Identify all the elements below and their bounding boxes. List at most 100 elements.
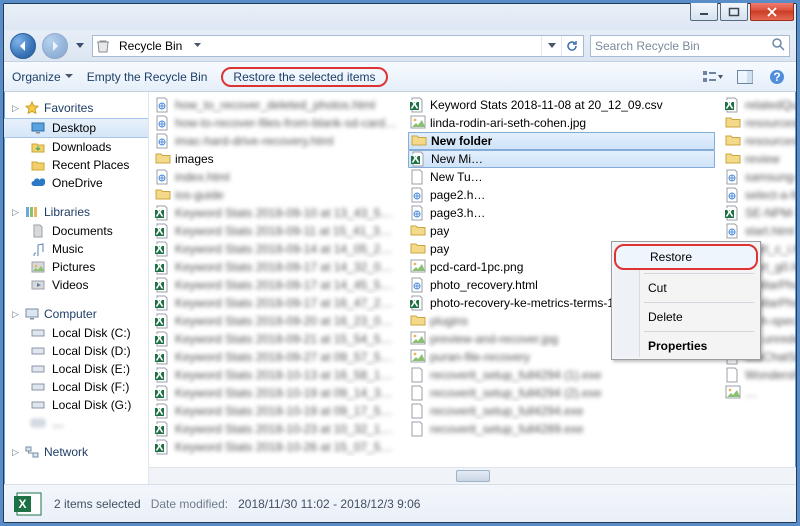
nav-drive-e[interactable]: Local Disk (E:): [4, 360, 148, 378]
file-item[interactable]: how_to_recover_deleted_photos.html: [153, 96, 400, 114]
nav-history-dropdown[interactable]: [74, 37, 86, 55]
file-icon: X: [155, 385, 171, 401]
nav-favorites[interactable]: ▷Favorites: [4, 98, 148, 118]
file-label: select-a-format: [745, 188, 796, 202]
file-item[interactable]: XKeyword Stats 2018-10-13 at 16_58_14.cs…: [153, 366, 400, 384]
file-item[interactable]: XKeyword Stats 2018-09-11 at 15_41_37.cs…: [153, 222, 400, 240]
file-item[interactable]: XKeyword Stats 2018-09-17 at 16_47_23.cs…: [153, 294, 400, 312]
file-item[interactable]: XKeyword Stats 2018-09-27 at 09_57_51.cs…: [153, 348, 400, 366]
file-list[interactable]: how_to_recover_deleted_photos.html how-to…: [149, 92, 796, 484]
file-icon: [155, 151, 171, 167]
file-item[interactable]: …: [723, 384, 796, 402]
nav-onedrive[interactable]: OneDrive: [4, 174, 148, 192]
file-item[interactable]: New folder: [408, 132, 715, 150]
nav-drive-f[interactable]: Local Disk (F:): [4, 378, 148, 396]
address-bar[interactable]: Recycle Bin: [92, 35, 584, 57]
context-cut[interactable]: Cut: [614, 277, 758, 299]
file-label: samsung-sd-ca: [745, 170, 796, 184]
nav-drive-g[interactable]: Local Disk (G:): [4, 396, 148, 414]
restore-selected-items[interactable]: Restore the selected items: [221, 67, 387, 87]
file-item[interactable]: XKeyword Stats 2018-10-19 at 09_14_37.cs…: [153, 384, 400, 402]
file-item[interactable]: recoverit_setup_full4289.exe: [408, 420, 715, 438]
nav-libraries[interactable]: ▷Libraries: [4, 202, 148, 222]
file-item[interactable]: index.html: [153, 168, 400, 186]
file-item[interactable]: linda-rodin-ari-seth-cohen.jpg: [408, 114, 715, 132]
file-item[interactable]: XKeyword Stats 2018-09-21 at 15_54_50.cs…: [153, 330, 400, 348]
nav-extra-item[interactable]: …: [4, 414, 148, 432]
maximize-button[interactable]: [720, 3, 748, 21]
file-item[interactable]: recoverit_setup_full4294 (1).exe: [408, 366, 715, 384]
organize-menu[interactable]: Organize: [12, 70, 73, 84]
file-item[interactable]: images: [153, 150, 400, 168]
file-item[interactable]: page2.h…: [408, 186, 715, 204]
nav-videos[interactable]: Videos: [4, 276, 148, 294]
file-label: images: [175, 152, 214, 166]
file-item[interactable]: how-to-recover-files-from-blank-sd-card.…: [153, 114, 400, 132]
nav-back-button[interactable]: [10, 33, 36, 59]
file-icon: [410, 205, 426, 221]
close-button[interactable]: [750, 3, 794, 21]
help-icon[interactable]: ?: [766, 68, 788, 86]
file-item[interactable]: XKeyword Stats 2018-11-08 at 20_12_09.cs…: [408, 96, 715, 114]
file-item[interactable]: imac-hard-drive-recovery.html: [153, 132, 400, 150]
file-item[interactable]: review: [723, 150, 796, 168]
file-item[interactable]: recoverit_setup_full4294 (2).exe: [408, 384, 715, 402]
nav-network[interactable]: ▷Network: [4, 442, 148, 462]
nav-drive-c[interactable]: Local Disk (C:): [4, 324, 148, 342]
file-label: linda-rodin-ari-seth-cohen.jpg: [430, 116, 586, 130]
file-item[interactable]: XSE-NPM-Tasks_V: [723, 204, 796, 222]
file-item[interactable]: Wondershare Fi: [723, 366, 796, 384]
nav-desktop[interactable]: Desktop: [4, 118, 148, 138]
file-item[interactable]: recoverit_setup_full4294.exe: [408, 402, 715, 420]
file-item[interactable]: XKeyword Stats 2018-09-20 at 16_23_04.cs…: [153, 312, 400, 330]
minimize-button[interactable]: [690, 3, 718, 21]
file-item[interactable]: XKeyword Stats 2018-09-17 at 14_32_06.cs…: [153, 258, 400, 276]
address-dropdown-icon[interactable]: [541, 36, 561, 56]
file-item[interactable]: XKeyword Stats 2018-09-17 at 14_45_51.cs…: [153, 276, 400, 294]
breadcrumb[interactable]: Recycle Bin: [115, 37, 186, 55]
file-item[interactable]: XKeyword Stats 2018-10-26 at 15_07_58.cs…: [153, 438, 400, 456]
file-item[interactable]: start.html: [723, 222, 796, 240]
status-bar: X 2 items selected Date modified: 2018/1…: [4, 484, 796, 522]
file-item[interactable]: resources: [723, 132, 796, 150]
refresh-icon[interactable]: [561, 36, 581, 56]
context-restore[interactable]: Restore: [614, 244, 758, 270]
file-item[interactable]: select-a-format: [723, 186, 796, 204]
context-properties[interactable]: Properties: [614, 335, 758, 357]
file-item[interactable]: ios-guide: [153, 186, 400, 204]
nav-recent-places[interactable]: Recent Places: [4, 156, 148, 174]
file-item[interactable]: XNew Mi…: [408, 150, 715, 168]
file-item[interactable]: XKeyword Stats 2018-09-14 at 14_05_21.cs…: [153, 240, 400, 258]
file-item[interactable]: page3.h…: [408, 204, 715, 222]
breadcrumb-dropdown-icon[interactable]: [190, 43, 204, 48]
nav-computer[interactable]: ▷Computer: [4, 304, 148, 324]
horizontal-scrollbar[interactable]: [149, 467, 796, 484]
titlebar: [4, 4, 796, 30]
svg-text:X: X: [155, 224, 163, 238]
search-input[interactable]: Search Recycle Bin: [590, 35, 790, 57]
nav-music[interactable]: Music: [4, 240, 148, 258]
file-label: New Tu…: [430, 170, 483, 184]
nav-pane: ▷Favorites Desktop Downloads Recent Plac…: [4, 92, 149, 484]
nav-pictures[interactable]: Pictures: [4, 258, 148, 276]
view-options-icon[interactable]: [702, 68, 724, 86]
file-item[interactable]: New Tu…: [408, 168, 715, 186]
nav-forward-button[interactable]: [42, 33, 68, 59]
file-item[interactable]: pay: [408, 222, 715, 240]
preview-pane-icon[interactable]: [734, 68, 756, 86]
file-icon: [410, 331, 426, 347]
drive-icon: [30, 326, 46, 340]
file-label: how_to_recover_deleted_photos.html: [175, 98, 375, 112]
nav-documents[interactable]: Documents: [4, 222, 148, 240]
downloads-icon: [30, 140, 46, 154]
file-item[interactable]: XrelatedQueries.csv: [723, 96, 796, 114]
file-item[interactable]: XKeyword Stats 2018-09-10 at 13_43_50.cs…: [153, 204, 400, 222]
context-delete[interactable]: Delete: [614, 306, 758, 328]
nav-drive-d[interactable]: Local Disk (D:): [4, 342, 148, 360]
empty-recycle-bin[interactable]: Empty the Recycle Bin: [87, 70, 208, 84]
file-item[interactable]: XKeyword Stats 2018-10-23 at 10_32_19.cs…: [153, 420, 400, 438]
file-item[interactable]: resources0918.zip: [723, 114, 796, 132]
nav-downloads[interactable]: Downloads: [4, 138, 148, 156]
file-item[interactable]: samsung-sd-ca: [723, 168, 796, 186]
file-item[interactable]: XKeyword Stats 2018-10-19 at 09_17_50.cs…: [153, 402, 400, 420]
